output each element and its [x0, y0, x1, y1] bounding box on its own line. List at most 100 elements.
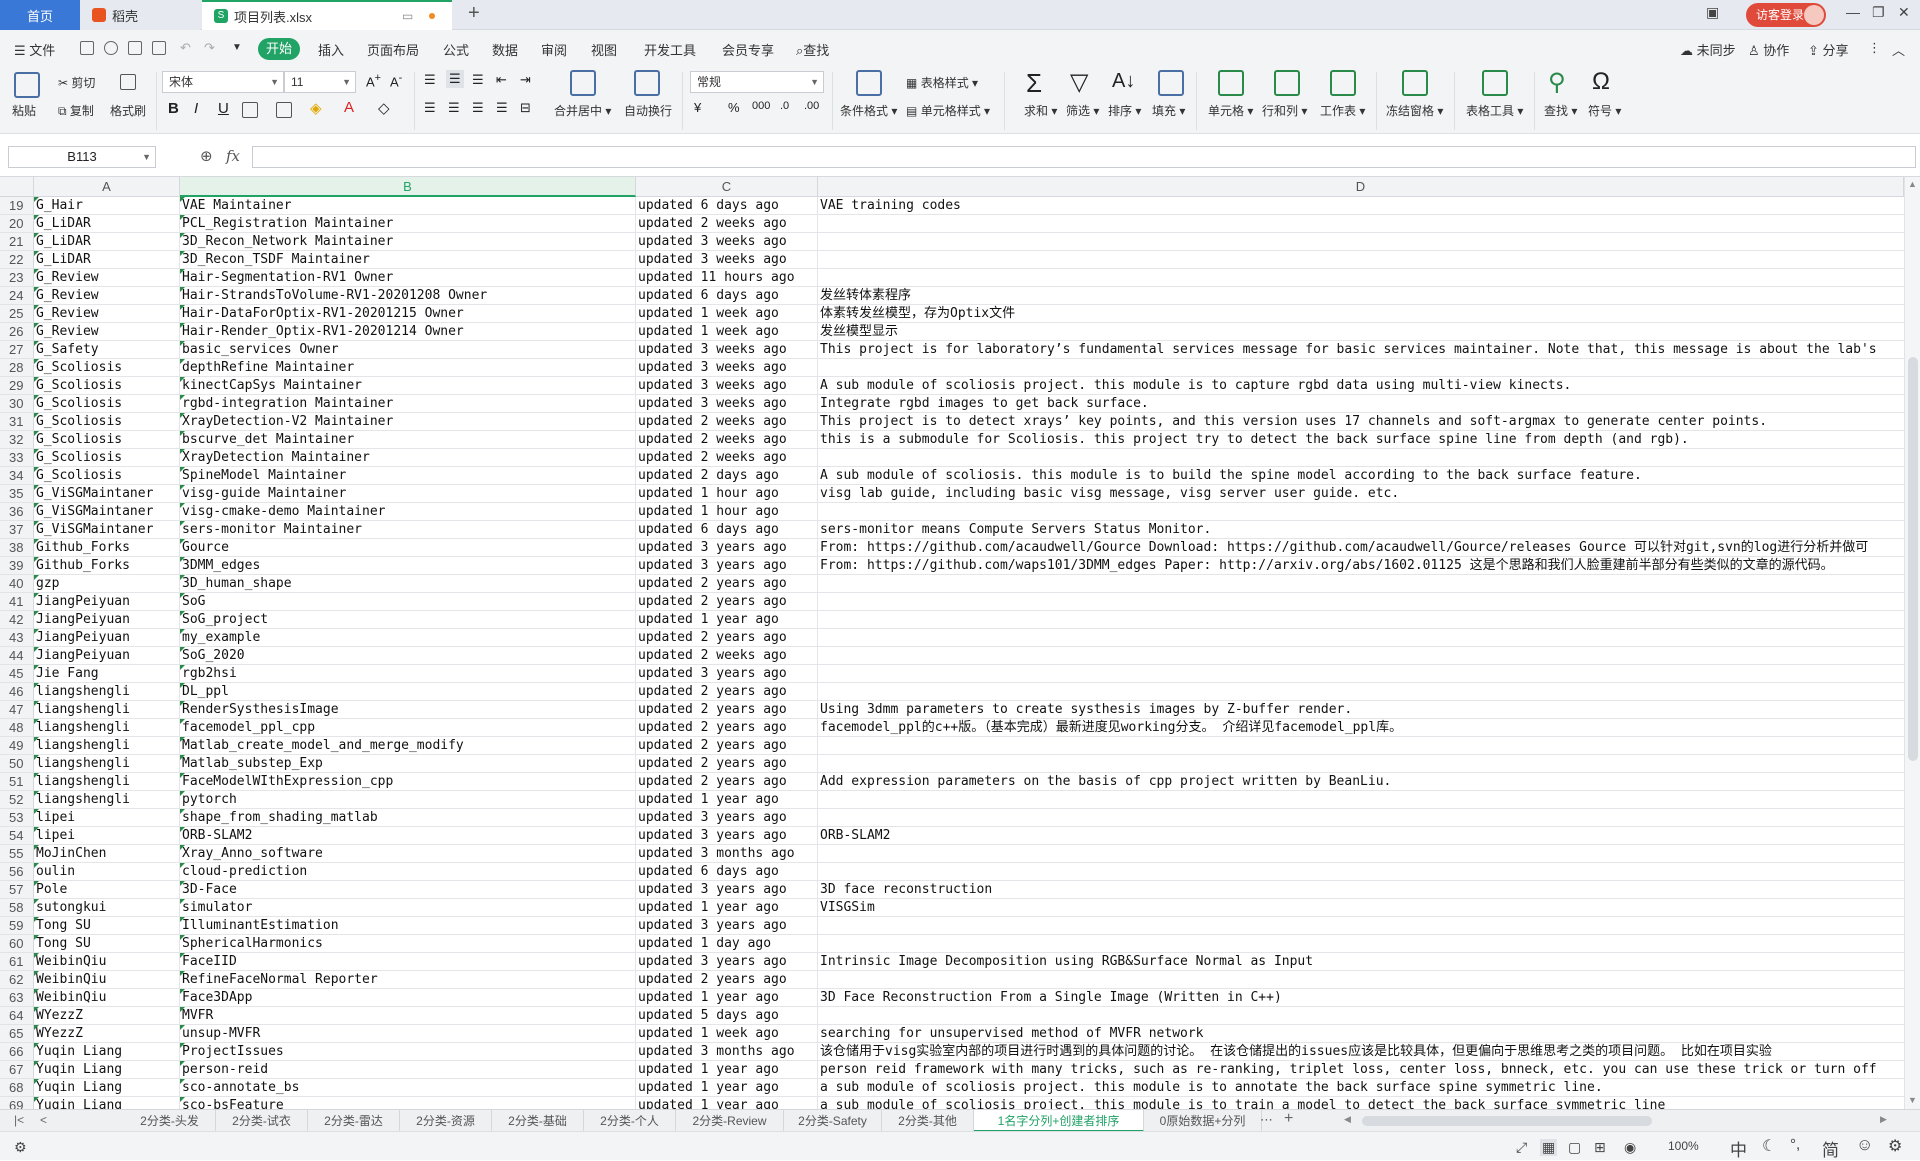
filter-button[interactable]: 筛选 ▾: [1066, 102, 1099, 119]
more-icon[interactable]: ⋮: [1868, 40, 1881, 56]
tab-daoke[interactable]: 稻壳: [80, 0, 200, 30]
cell-updated[interactable]: updated 2 years ago: [636, 773, 818, 791]
cell-project[interactable]: bscurve_det Maintainer: [180, 431, 636, 449]
cell-owner[interactable]: Yuqin Liang: [34, 1097, 180, 1109]
cell-owner[interactable]: G_ViSGMaintaner: [34, 503, 180, 521]
row-header[interactable]: 45: [0, 665, 34, 683]
cell-updated[interactable]: updated 2 years ago: [636, 629, 818, 647]
row-header[interactable]: 54: [0, 827, 34, 845]
cell-project[interactable]: cloud-prediction: [180, 863, 636, 881]
cell-description[interactable]: Add expression parameters on the basis o…: [818, 773, 1904, 791]
cell-description[interactable]: [818, 269, 1904, 287]
align-left-icon[interactable]: ☰: [424, 100, 436, 116]
row-header[interactable]: 65: [0, 1025, 34, 1043]
row-header[interactable]: 30: [0, 395, 34, 413]
menu-search[interactable]: ⌕查找: [796, 40, 829, 59]
row-header[interactable]: 48: [0, 719, 34, 737]
cell-updated[interactable]: updated 5 days ago: [636, 1007, 818, 1025]
row-header[interactable]: 55: [0, 845, 34, 863]
cell-description[interactable]: [818, 863, 1904, 881]
cell-project[interactable]: Matlab_substep_Exp: [180, 755, 636, 773]
fullscreen-icon[interactable]: ⤢: [1516, 1139, 1527, 1156]
cell-description[interactable]: facemodel_ppl的c++版。（基本完成）最新进度见working分支。…: [818, 719, 1904, 737]
cell-owner[interactable]: Yuqin Liang: [34, 1043, 180, 1061]
row-header[interactable]: 59: [0, 917, 34, 935]
cell-owner[interactable]: Tong SU: [34, 917, 180, 935]
horizontal-scroll-thumb[interactable]: [1362, 1116, 1652, 1126]
thousands-button[interactable]: 000: [752, 100, 770, 112]
menu-view[interactable]: 视图: [591, 40, 617, 59]
cell-updated[interactable]: updated 3 weeks ago: [636, 395, 818, 413]
cell-owner[interactable]: WeibinQiu: [34, 971, 180, 989]
row-header[interactable]: 47: [0, 701, 34, 719]
ime-mode[interactable]: 简: [1822, 1136, 1839, 1161]
cell-project[interactable]: Matlab_create_model_and_merge_modify: [180, 737, 636, 755]
cell-project[interactable]: IlluminantEstimation: [180, 917, 636, 935]
cell-project[interactable]: rgbd-integration Maintainer: [180, 395, 636, 413]
cell-project[interactable]: Gource: [180, 539, 636, 557]
currency-button[interactable]: ¥: [694, 100, 701, 115]
font-name-select[interactable]: 宋体 ▼: [162, 71, 284, 93]
menu-formula[interactable]: 公式: [443, 40, 469, 59]
row-header[interactable]: 49: [0, 737, 34, 755]
cell-project[interactable]: sco-annotate_bs: [180, 1079, 636, 1097]
cell-description[interactable]: [818, 233, 1904, 251]
tab-home[interactable]: 首页: [0, 0, 80, 30]
paste-icon[interactable]: [14, 72, 40, 98]
cell-description[interactable]: a sub module of scoliosis project. this …: [818, 1097, 1904, 1109]
cell-fill-icon[interactable]: [276, 102, 292, 118]
minimize-icon[interactable]: —: [1846, 4, 1860, 20]
row-header[interactable]: 27: [0, 341, 34, 359]
row-header[interactable]: 32: [0, 431, 34, 449]
cell-owner[interactable]: liangshengli: [34, 791, 180, 809]
format-painter-icon[interactable]: [120, 74, 136, 90]
cell-updated[interactable]: updated 1 year ago: [636, 791, 818, 809]
cell-description[interactable]: [818, 503, 1904, 521]
row-header[interactable]: 21: [0, 233, 34, 251]
restore-icon[interactable]: ❐: [1872, 4, 1885, 21]
cell-owner[interactable]: Yuqin Liang: [34, 1061, 180, 1079]
cell-owner[interactable]: liangshengli: [34, 755, 180, 773]
align-top-icon[interactable]: ☰: [424, 72, 436, 88]
sort-button[interactable]: 排序 ▾: [1108, 102, 1141, 119]
cell-project[interactable]: 3D-Face: [180, 881, 636, 899]
row-header[interactable]: 29: [0, 377, 34, 395]
row-header[interactable]: 28: [0, 359, 34, 377]
rows-cols-button[interactable]: 行和列 ▾: [1262, 102, 1307, 119]
underline-button[interactable]: U: [218, 100, 229, 117]
cell-description[interactable]: [818, 593, 1904, 611]
cell-updated[interactable]: updated 2 years ago: [636, 575, 818, 593]
cell-updated[interactable]: updated 6 days ago: [636, 287, 818, 305]
cell-description[interactable]: [818, 935, 1904, 953]
cell-description[interactable]: 体素转发丝模型，存为Optix文件: [818, 305, 1904, 323]
scroll-up-icon[interactable]: ▲: [1908, 179, 1917, 189]
decrease-decimal-icon[interactable]: .00: [804, 100, 819, 112]
cell-description[interactable]: ORB-SLAM2: [818, 827, 1904, 845]
cell-project[interactable]: 3D_human_shape: [180, 575, 636, 593]
row-header[interactable]: 39: [0, 557, 34, 575]
cell-description[interactable]: [818, 971, 1904, 989]
cell-owner[interactable]: Yuqin Liang: [34, 1079, 180, 1097]
cell-description[interactable]: this is a submodule for Scoliosis. this …: [818, 431, 1904, 449]
row-header[interactable]: 35: [0, 485, 34, 503]
cell-owner[interactable]: MoJinChen: [34, 845, 180, 863]
merge-center-button[interactable]: 合并居中 ▾: [554, 102, 611, 119]
cell-owner[interactable]: JiangPeiyuan: [34, 629, 180, 647]
cell-description[interactable]: [818, 683, 1904, 701]
indent-increase-icon[interactable]: ⇥: [520, 72, 531, 88]
cell-project[interactable]: SoG_project: [180, 611, 636, 629]
cell-description[interactable]: VAE training codes: [818, 197, 1904, 215]
cell-updated[interactable]: updated 1 day ago: [636, 935, 818, 953]
filter-icon[interactable]: ▽: [1070, 68, 1088, 97]
cell-project[interactable]: 3D_Recon_TSDF Maintainer: [180, 251, 636, 269]
row-header[interactable]: 58: [0, 899, 34, 917]
cell-description[interactable]: 发丝模型显示: [818, 323, 1904, 341]
cell-project[interactable]: FaceModelWIthExpression_cpp: [180, 773, 636, 791]
row-header[interactable]: 41: [0, 593, 34, 611]
cell-owner[interactable]: G_Scoliosis: [34, 359, 180, 377]
cell-updated[interactable]: updated 3 years ago: [636, 809, 818, 827]
cell-owner[interactable]: G_Scoliosis: [34, 449, 180, 467]
vertical-scrollbar[interactable]: ▲ ▼: [1904, 177, 1920, 1109]
cell-updated[interactable]: updated 2 days ago: [636, 467, 818, 485]
row-header[interactable]: 61: [0, 953, 34, 971]
